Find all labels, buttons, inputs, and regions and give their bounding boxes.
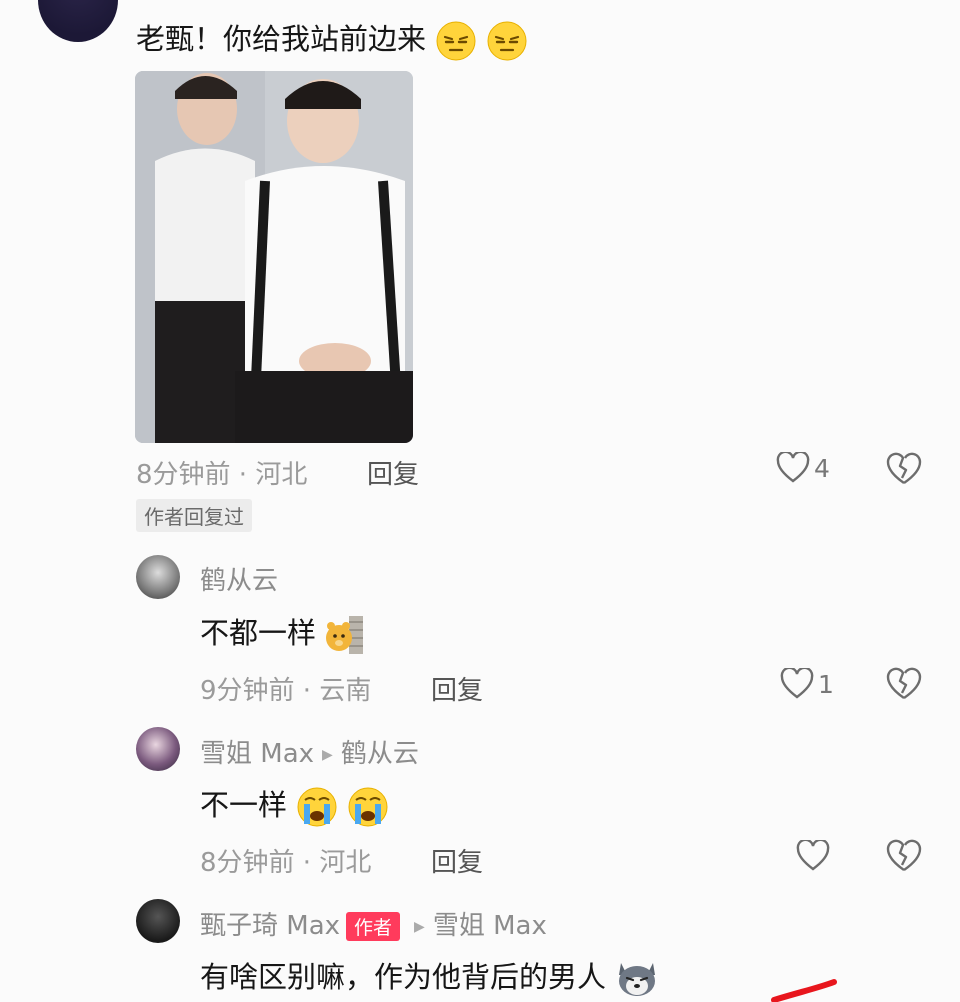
reply-avatar[interactable] — [136, 899, 180, 943]
reply-arrow-icon: ▶ — [414, 918, 425, 935]
reply-like-button[interactable]: 1 — [780, 668, 834, 700]
comment-avatar[interactable] — [38, 0, 118, 42]
reply-text: 不都一样 — [200, 616, 317, 650]
comment-text: 老甄！你给我站前边来 — [136, 22, 427, 56]
reply-username[interactable]: 雪姐 Max — [200, 739, 314, 769]
bear-peeking-icon — [326, 616, 364, 654]
crying-face-icon — [297, 787, 337, 827]
reply-username[interactable]: 鹤从云 — [200, 560, 278, 597]
reply-text-row: 不一样 — [200, 782, 389, 828]
comment-meta: 8分钟前 · 河北 — [136, 460, 308, 490]
reply-like-button[interactable] — [796, 838, 830, 876]
author-replied-badge: 作者回复过 — [136, 499, 252, 532]
reply-text: 有啥区别嘛，作为他背后的男人 — [200, 960, 607, 994]
reply-meta: 8分钟前 · 河北 — [200, 848, 372, 878]
reply-text-row: 有啥区别嘛，作为他背后的男人 — [200, 954, 659, 999]
reply-arrow-icon: ▶ — [322, 746, 333, 763]
reply-avatar[interactable] — [136, 555, 180, 599]
comment-like-button[interactable]: 4 — [776, 452, 830, 484]
author-badge: 作者 — [346, 912, 401, 941]
crying-face-icon — [348, 787, 388, 827]
reply-like-count: 1 — [818, 669, 834, 699]
reply-avatar[interactable] — [136, 727, 180, 771]
reply-dislike-button[interactable] — [886, 839, 922, 877]
heart-icon — [780, 668, 814, 699]
reply-to-username[interactable]: 雪姐 Max — [433, 911, 547, 941]
broken-heart-icon — [886, 452, 922, 484]
comment-like-count: 4 — [814, 453, 830, 483]
reply-dislike-button[interactable] — [886, 667, 922, 705]
reply-reply-button[interactable]: 回复 — [431, 670, 483, 707]
comment-reply-button[interactable]: 回复 — [367, 454, 419, 491]
broken-heart-icon — [886, 667, 922, 699]
reply-user-row: 雪姐 Max ▶ 鹤从云 — [200, 733, 419, 770]
reply-reply-button[interactable]: 回复 — [431, 842, 483, 879]
reply-text: 不一样 — [200, 788, 288, 822]
comment-text-row: 老甄！你给我站前边来 — [136, 16, 528, 62]
comment-image[interactable] — [135, 71, 413, 443]
photo-two-men-illustration — [135, 71, 413, 443]
annoyed-face-icon — [436, 21, 476, 61]
reply-to-username[interactable]: 鹤从云 — [341, 739, 419, 769]
annoyed-face-icon — [487, 21, 527, 61]
comment-dislike-button[interactable] — [886, 452, 922, 490]
reply-user-row: 甄子琦 Max 作者 ▶ 雪姐 Max — [200, 905, 547, 942]
broken-heart-icon — [886, 839, 922, 871]
husky-dog-icon — [619, 963, 656, 996]
reply-text-row: 不都一样 — [200, 610, 365, 656]
heart-icon — [796, 838, 830, 871]
reply-username[interactable]: 甄子琦 Max — [200, 911, 340, 941]
reply-meta: 9分钟前 · 云南 — [200, 676, 372, 706]
red-swipe-mark — [771, 979, 837, 1002]
heart-icon — [776, 452, 810, 483]
